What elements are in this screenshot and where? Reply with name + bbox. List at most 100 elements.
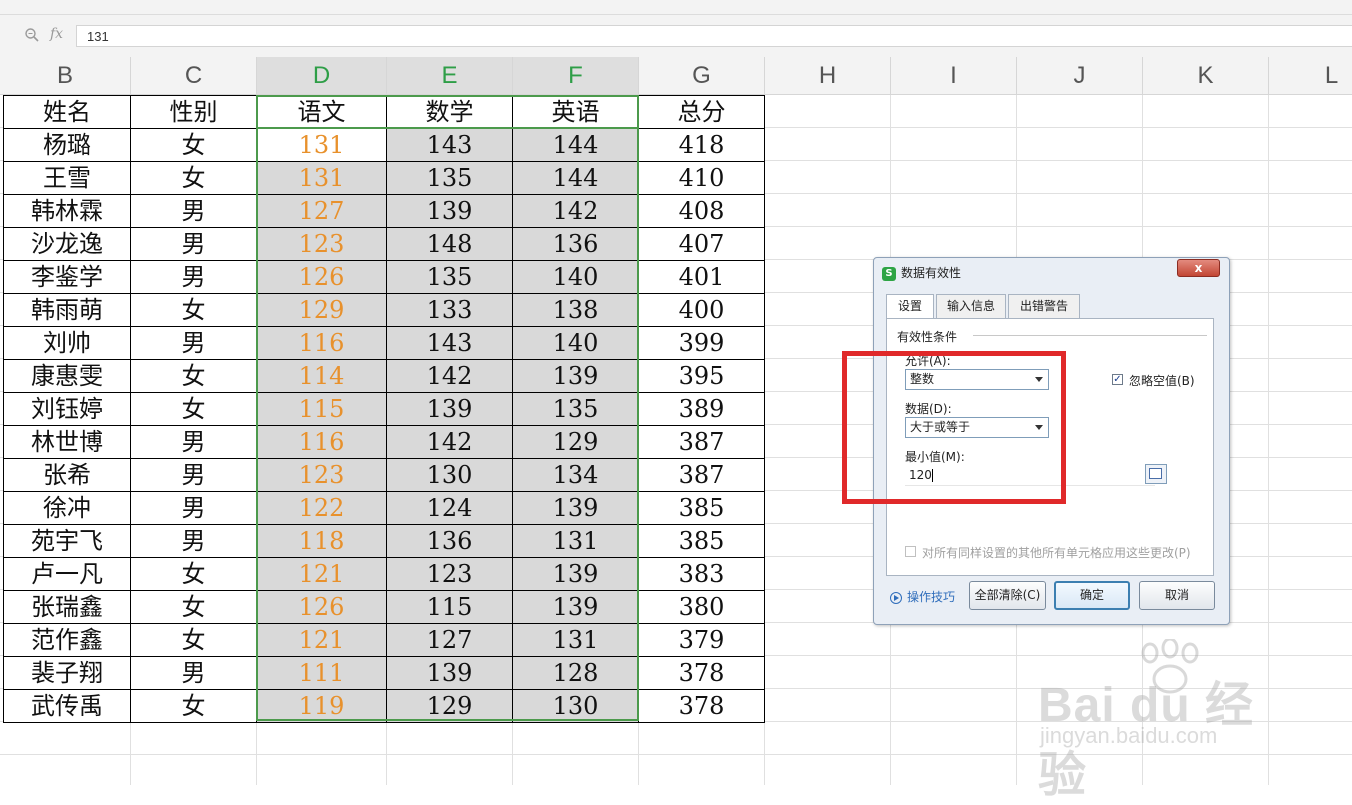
ignore-blank-label[interactable]: 忽略空值(B) (1129, 372, 1195, 389)
cell-gender[interactable]: 女 (130, 623, 257, 657)
cell-chinese[interactable]: 127 (256, 194, 387, 228)
cell-total[interactable]: 385 (638, 491, 765, 525)
cell-math[interactable]: 143 (386, 326, 513, 360)
cell-gender[interactable]: 男 (130, 491, 257, 525)
ignore-blank-checkbox[interactable]: ✓ (1112, 374, 1123, 385)
min-value-input[interactable]: 120 (905, 465, 1155, 486)
ok-button[interactable]: 确定 (1054, 581, 1130, 610)
cell-name[interactable]: 韩林霖 (3, 194, 131, 228)
cell-name[interactable]: 裴子翔 (3, 656, 131, 690)
cell-english[interactable]: 139 (512, 557, 639, 591)
column-header-i[interactable]: I (891, 57, 1017, 95)
cell-math[interactable]: 136 (386, 524, 513, 558)
cell-name[interactable]: 沙龙逸 (3, 227, 131, 261)
cell-chinese[interactable]: 126 (256, 590, 387, 624)
cell-name[interactable]: 杨璐 (3, 128, 131, 162)
cell-total[interactable]: 407 (638, 227, 765, 261)
cell-name[interactable]: 卢一凡 (3, 557, 131, 591)
column-header-c[interactable]: C (131, 57, 257, 95)
cell-name[interactable]: 李鉴学 (3, 260, 131, 294)
column-header-b[interactable]: B (0, 57, 131, 95)
cell-name[interactable]: 徐冲 (3, 491, 131, 525)
cell-english[interactable]: 131 (512, 623, 639, 657)
cell-gender[interactable]: 女 (130, 359, 257, 393)
cell-math[interactable]: 123 (386, 557, 513, 591)
cell-total[interactable]: 378 (638, 689, 765, 723)
cell-math[interactable]: 139 (386, 656, 513, 690)
cell-gender[interactable]: 男 (130, 326, 257, 360)
cell-math[interactable]: 139 (386, 194, 513, 228)
header-name[interactable]: 姓名 (3, 95, 131, 129)
apply-all-checkbox[interactable] (905, 546, 916, 557)
cell-chinese[interactable]: 129 (256, 293, 387, 327)
cell-math[interactable]: 115 (386, 590, 513, 624)
cell-math[interactable]: 142 (386, 425, 513, 459)
cell-gender[interactable]: 女 (130, 557, 257, 591)
cell-total[interactable]: 401 (638, 260, 765, 294)
cell-name[interactable]: 王雪 (3, 161, 131, 195)
tips-link[interactable]: 操作技巧 (890, 588, 955, 605)
cell-gender[interactable]: 男 (130, 524, 257, 558)
cell-total[interactable]: 400 (638, 293, 765, 327)
formula-input[interactable]: 131 (76, 25, 1352, 47)
cell-chinese[interactable]: 119 (256, 689, 387, 723)
allow-select[interactable]: 整数 (905, 369, 1049, 390)
cell-math[interactable]: 135 (386, 161, 513, 195)
cell-chinese[interactable]: 118 (256, 524, 387, 558)
cell-name[interactable]: 张希 (3, 458, 131, 492)
cell-english[interactable]: 134 (512, 458, 639, 492)
cell-gender[interactable]: 男 (130, 194, 257, 228)
cell-name[interactable]: 武传禹 (3, 689, 131, 723)
cell-gender[interactable]: 女 (130, 590, 257, 624)
cell-chinese[interactable]: 114 (256, 359, 387, 393)
header-total[interactable]: 总分 (638, 95, 765, 129)
cell-total[interactable]: 408 (638, 194, 765, 228)
cell-math[interactable]: 130 (386, 458, 513, 492)
cell-gender[interactable]: 男 (130, 425, 257, 459)
cell-total[interactable]: 380 (638, 590, 765, 624)
cell-chinese[interactable]: 116 (256, 326, 387, 360)
cell-chinese[interactable]: 115 (256, 392, 387, 426)
header-gender[interactable]: 性别 (130, 95, 257, 129)
cell-name[interactable]: 张瑞鑫 (3, 590, 131, 624)
cell-gender[interactable]: 女 (130, 161, 257, 195)
cell-math[interactable]: 142 (386, 359, 513, 393)
header-math[interactable]: 数学 (386, 95, 513, 129)
cell-english[interactable]: 136 (512, 227, 639, 261)
cell-gender[interactable]: 女 (130, 128, 257, 162)
cell-math[interactable]: 127 (386, 623, 513, 657)
cell-chinese[interactable]: 131 (256, 161, 387, 195)
cell-chinese[interactable]: 121 (256, 557, 387, 591)
cell-name[interactable]: 范作鑫 (3, 623, 131, 657)
close-button[interactable]: x (1177, 259, 1220, 277)
tab-settings[interactable]: 设置 (886, 294, 934, 319)
cell-chinese[interactable]: 116 (256, 425, 387, 459)
cell-english[interactable]: 139 (512, 359, 639, 393)
column-header-k[interactable]: K (1143, 57, 1269, 95)
cell-math[interactable]: 124 (386, 491, 513, 525)
cell-total[interactable]: 395 (638, 359, 765, 393)
cancel-button[interactable]: 取消 (1139, 581, 1215, 610)
fx-icon[interactable]: fx (50, 26, 63, 42)
cell-english[interactable]: 144 (512, 161, 639, 195)
cell-chinese[interactable]: 122 (256, 491, 387, 525)
cell-total[interactable]: 379 (638, 623, 765, 657)
cell-english[interactable]: 138 (512, 293, 639, 327)
cell-math[interactable]: 148 (386, 227, 513, 261)
cell-chinese[interactable]: 123 (256, 227, 387, 261)
cell-gender[interactable]: 女 (130, 293, 257, 327)
cell-gender[interactable]: 男 (130, 227, 257, 261)
cell-math[interactable]: 139 (386, 392, 513, 426)
cell-gender[interactable]: 女 (130, 392, 257, 426)
cell-chinese[interactable]: 121 (256, 623, 387, 657)
tab-error-alert[interactable]: 出错警告 (1008, 294, 1080, 318)
cell-chinese[interactable]: 111 (256, 656, 387, 690)
cell-english[interactable]: 139 (512, 590, 639, 624)
cell-total[interactable]: 387 (638, 425, 765, 459)
cell-gender[interactable]: 男 (130, 458, 257, 492)
cell-total[interactable]: 410 (638, 161, 765, 195)
clear-all-button[interactable]: 全部清除(C) (969, 581, 1046, 610)
cell-chinese[interactable]: 126 (256, 260, 387, 294)
cell-name[interactable]: 苑宇飞 (3, 524, 131, 558)
cell-math[interactable]: 143 (386, 128, 513, 162)
